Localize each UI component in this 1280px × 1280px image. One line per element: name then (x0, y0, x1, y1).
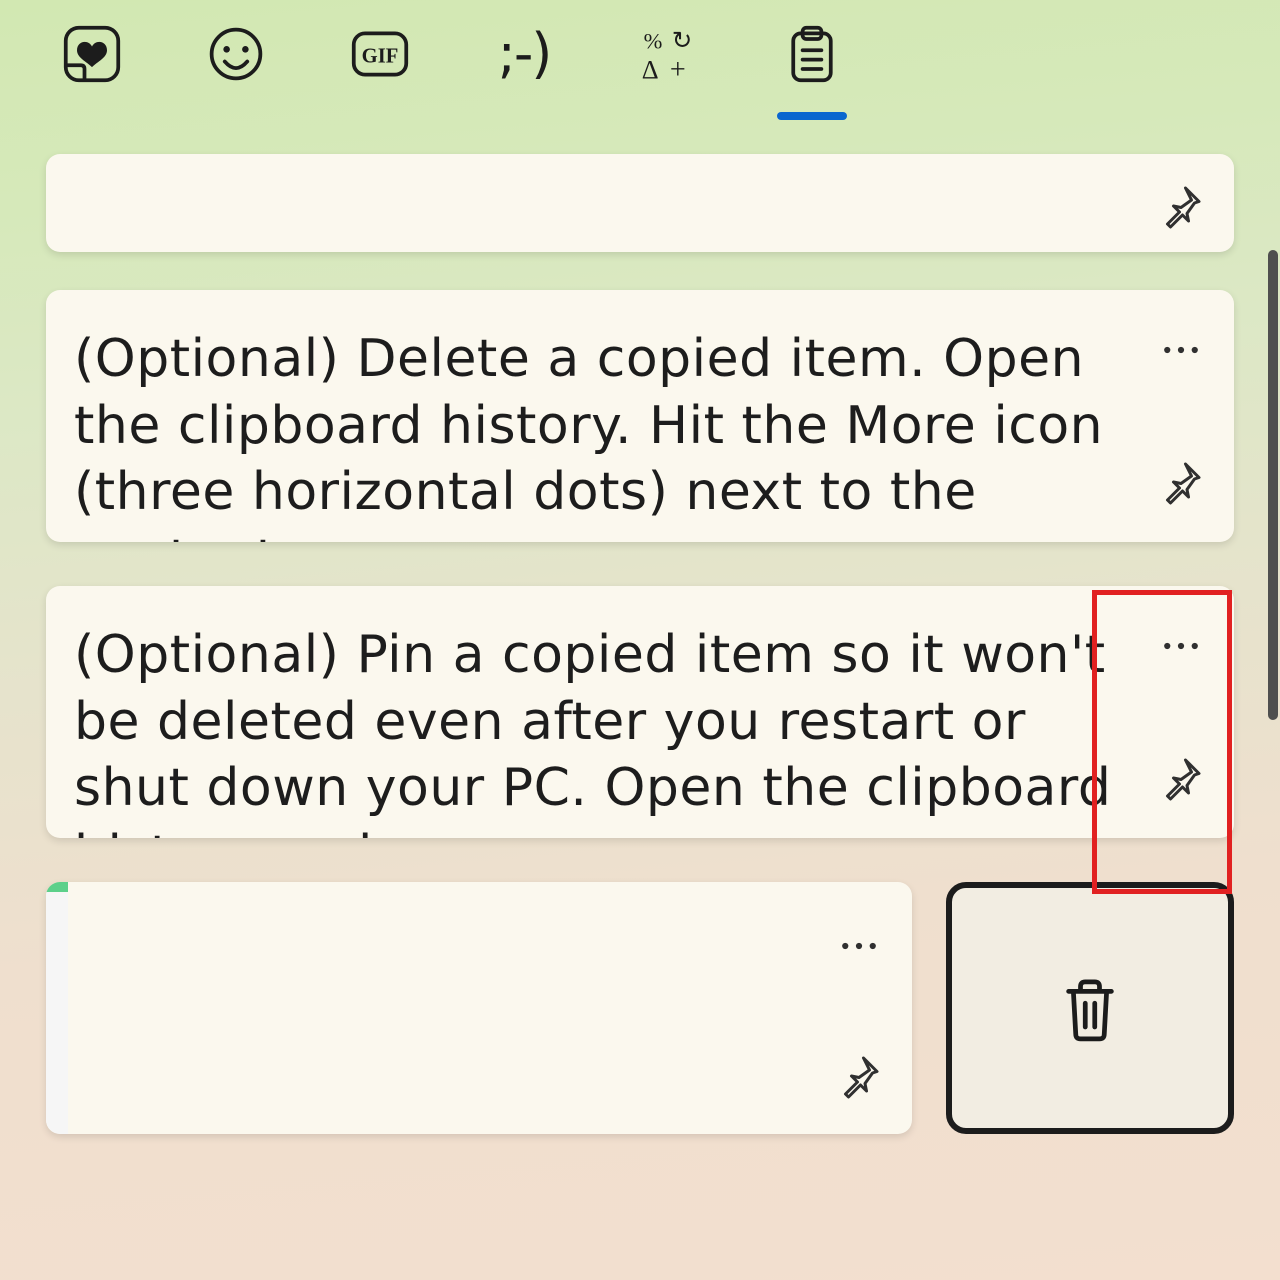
more-button[interactable] (1147, 612, 1215, 680)
clipboard-image-thumbnail (46, 882, 68, 1134)
pin-button[interactable] (825, 1042, 893, 1110)
pin-icon (1157, 458, 1205, 506)
clipboard-item-actions (806, 882, 912, 1134)
tab-stickers[interactable] (56, 24, 128, 84)
pin-button[interactable] (1147, 172, 1215, 240)
emoji-panel-tabstrip: ;-) (0, 0, 1280, 134)
clipboard-item-text: (Optional) Delete a copied item. Open th… (46, 290, 1128, 542)
clipboard-item[interactable] (46, 154, 1234, 252)
clipboard-item[interactable] (46, 882, 912, 1134)
clipboard-item-actions (1128, 586, 1234, 838)
tab-kaomoji[interactable]: ;-) (488, 24, 560, 84)
clipboard-history-list: (Optional) Delete a copied item. Open th… (0, 154, 1280, 1280)
clipboard-item[interactable]: (Optional) Delete a copied item. Open th… (46, 290, 1234, 542)
pin-button[interactable] (1147, 744, 1215, 812)
clipboard-item-actions (1128, 154, 1234, 252)
delete-button[interactable] (946, 882, 1234, 1134)
tab-symbols[interactable] (632, 24, 704, 84)
tab-gif[interactable] (344, 24, 416, 84)
more-dots-icon (1159, 328, 1203, 372)
active-tab-indicator (777, 112, 847, 120)
sticker-heart-icon (62, 24, 122, 84)
smile-icon (206, 24, 266, 84)
tab-clipboard[interactable] (776, 24, 848, 120)
tab-emoji[interactable] (200, 24, 272, 84)
trash-icon (1052, 970, 1128, 1046)
kaomoji-icon: ;-) (494, 24, 554, 84)
clipboard-item[interactable]: (Optional) Pin a copied item so it won't… (46, 586, 1234, 838)
clipboard-icon (782, 24, 842, 84)
more-dots-icon (1159, 624, 1203, 668)
clipboard-item-text (46, 154, 1128, 252)
symbols-icon (638, 24, 698, 84)
pin-icon (835, 1052, 883, 1100)
clipboard-item-actions (1128, 290, 1234, 542)
more-button[interactable] (1147, 316, 1215, 384)
more-dots-icon (837, 924, 881, 968)
scrollbar[interactable] (1266, 170, 1280, 1280)
pin-icon (1157, 754, 1205, 802)
more-button[interactable] (825, 912, 893, 980)
gif-icon (350, 24, 410, 84)
clipboard-item-text: (Optional) Pin a copied item so it won't… (46, 586, 1128, 838)
scrollbar-thumb[interactable] (1268, 250, 1278, 720)
pin-button[interactable] (1147, 448, 1215, 516)
pin-icon (1157, 182, 1205, 230)
